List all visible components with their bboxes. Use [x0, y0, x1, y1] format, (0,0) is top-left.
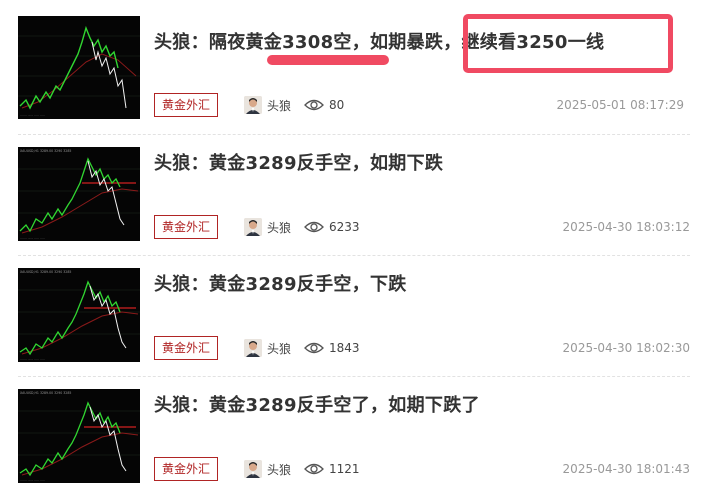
- author-avatar: [244, 218, 262, 236]
- article-item: XAUUSD,H1 3289.00 3290 3285 ....... ....…: [18, 255, 690, 376]
- article-title[interactable]: 头狼：黄金3289反手空，下跌: [154, 270, 407, 296]
- svg-text:....... ...... ..... .....: ....... ...... ..... .....: [20, 357, 45, 361]
- article-feed: ....... ...... ..... ..... 头狼：隔夜黄金3308空，…: [0, 0, 728, 493]
- author-avatar: [244, 96, 262, 114]
- svg-text:XAUUSD,H1 3289.00 3290 3285: XAUUSD,H1 3289.00 3290 3285: [20, 149, 71, 153]
- publish-date: 2025-05-01 08:17:29: [556, 98, 684, 112]
- article-item: XAUUSD,H1 3289.00 3290 3285 ....... ....…: [18, 134, 690, 255]
- article-thumbnail[interactable]: XAUUSD,H1 3289.00 3290 3285 ....... ....…: [18, 147, 140, 241]
- gold-chart-image: XAUUSD,H1 3289.00 3290 3285 ....... ....…: [18, 147, 140, 241]
- view-count: 6233: [329, 220, 360, 234]
- eye-icon: [304, 463, 324, 475]
- author-name: 头狼: [267, 462, 292, 477]
- category-tag[interactable]: 黄金外汇: [154, 215, 218, 239]
- article-item: XAUUSD,H1 3289.00 3290 3285 ....... ....…: [18, 376, 690, 493]
- author-link[interactable]: 头狼: [244, 93, 291, 117]
- view-count: 80: [329, 98, 345, 112]
- view-count: 1121: [329, 462, 360, 476]
- article-title[interactable]: 头狼：黄金3289反手空了，如期下跌了: [154, 391, 480, 417]
- eye-icon: [304, 221, 324, 233]
- svg-text:....... ...... ..... .....: ....... ...... ..... .....: [20, 113, 45, 117]
- svg-text:XAUUSD,H1 3289.00 3290 3285: XAUUSD,H1 3289.00 3290 3285: [20, 391, 71, 395]
- eye-icon: [304, 342, 324, 354]
- article-thumbnail[interactable]: XAUUSD,H1 3289.00 3290 3285 ....... ....…: [18, 389, 140, 483]
- author-name: 头狼: [267, 341, 292, 356]
- svg-text:XAUUSD,H1 3289.00 3290 3285: XAUUSD,H1 3289.00 3290 3285: [20, 270, 71, 274]
- eye-icon: [304, 99, 324, 111]
- author-link[interactable]: 头狼: [244, 336, 291, 360]
- author-avatar: [244, 460, 262, 478]
- gold-chart-image: XAUUSD,H1 3289.00 3290 3285 ....... ....…: [18, 268, 140, 362]
- view-stats: 6233: [304, 215, 360, 239]
- gold-chart-image: ....... ...... ..... .....: [18, 16, 140, 119]
- author-link[interactable]: 头狼: [244, 215, 291, 239]
- svg-text:....... ...... ..... .....: ....... ...... ..... .....: [20, 236, 45, 240]
- category-tag[interactable]: 黄金外汇: [154, 457, 218, 481]
- author-avatar: [244, 339, 262, 357]
- view-stats: 80: [304, 93, 344, 117]
- article-title[interactable]: 头狼：黄金3289反手空，如期下跌: [154, 149, 443, 175]
- publish-date: 2025-04-30 18:02:30: [562, 341, 690, 355]
- category-tag[interactable]: 黄金外汇: [154, 93, 218, 117]
- article-thumbnail[interactable]: XAUUSD,H1 3289.00 3290 3285 ....... ....…: [18, 268, 140, 362]
- publish-date: 2025-04-30 18:03:12: [562, 220, 690, 234]
- view-stats: 1843: [304, 336, 360, 360]
- category-tag[interactable]: 黄金外汇: [154, 336, 218, 360]
- article-title[interactable]: 头狼：隔夜黄金3308空，如期暴跌，继续看3250一线: [154, 28, 604, 54]
- author-name: 头狼: [267, 98, 292, 113]
- svg-text:....... ...... ..... .....: ....... ...... ..... .....: [20, 478, 45, 482]
- author-name: 头狼: [267, 220, 292, 235]
- author-link[interactable]: 头狼: [244, 457, 291, 481]
- gold-chart-image: XAUUSD,H1 3289.00 3290 3285 ....... ....…: [18, 389, 140, 483]
- view-stats: 1121: [304, 457, 360, 481]
- view-count: 1843: [329, 341, 360, 355]
- publish-date: 2025-04-30 18:01:43: [562, 462, 690, 476]
- article-item: ....... ...... ..... ..... 头狼：隔夜黄金3308空，…: [18, 13, 690, 134]
- article-thumbnail[interactable]: ....... ...... ..... .....: [18, 16, 140, 119]
